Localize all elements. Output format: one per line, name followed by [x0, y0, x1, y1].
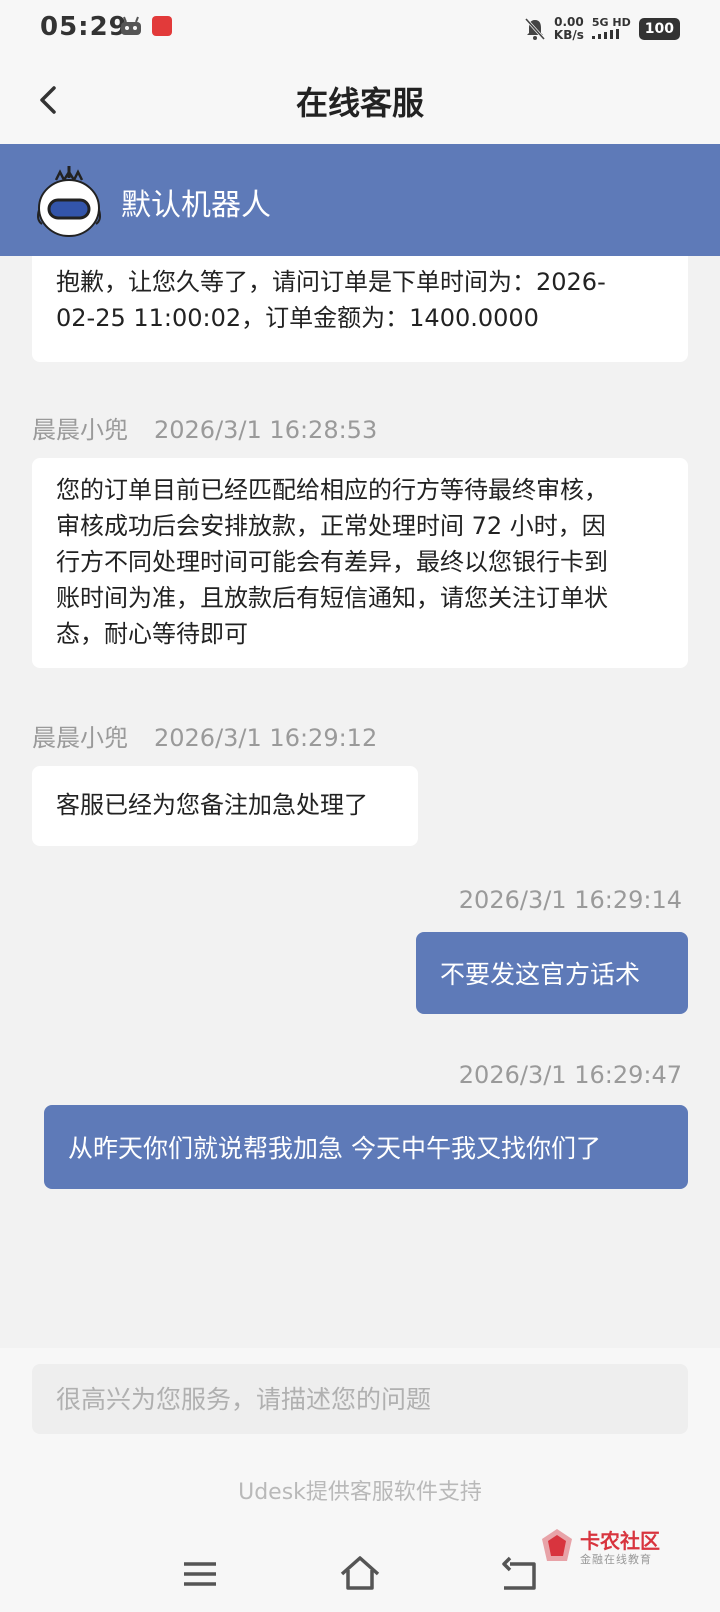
system-nav-bar: [0, 1540, 720, 1612]
message-time: 2026/3/1 16:29:12: [154, 724, 378, 752]
message-line: 客服已经为您备注加急处理了: [56, 791, 368, 819]
status-time: 05:29: [40, 12, 128, 42]
message-line: 从昨天你们就说帮我加急 今天中午我又找你们了: [68, 1134, 601, 1163]
sender-name: 晨晨小兜: [32, 416, 128, 444]
status-right: 0.00 KB/s 5G HD 100: [524, 14, 680, 44]
message-time-outgoing: 2026/3/1 16:29:14: [459, 886, 682, 914]
status-bar: 05:29 0.00 KB/s 5G HD 100: [0, 0, 720, 56]
robot-avatar-icon: [37, 166, 101, 237]
message-line: 您的订单目前已经匹配给相应的行方等待最终审核，: [56, 476, 608, 504]
agent-bar: 默认机器人: [0, 144, 720, 256]
signal-label: 5G HD: [591, 15, 631, 29]
message-time: 2026/3/1 16:29:47: [458, 1061, 682, 1089]
message-line: 账时间为准，且放款后有短信通知，请您关注订单状: [56, 584, 608, 612]
message-bubble-outgoing: 从昨天你们就说帮我加急 今天中午我又找你们了: [44, 1105, 688, 1189]
net-speed: 0.00 KB/s: [554, 16, 584, 42]
return-icon[interactable]: [496, 1552, 544, 1596]
battery-indicator: 100: [638, 18, 680, 40]
app-badge-icon: [152, 16, 172, 36]
signal-indicator: 5G HD: [591, 15, 631, 42]
message-line: 审核成功后会安排放款，正常处理时间 72 小时，因: [56, 512, 606, 540]
message-line: 态，耐心等待即可: [56, 620, 248, 648]
signal-bars-icon: [591, 28, 619, 39]
message-input[interactable]: [32, 1364, 688, 1434]
message-line: 抱歉，让您久等了，请问订单是下单时间为：2026-: [56, 268, 606, 296]
page-title: 在线客服: [295, 84, 424, 122]
chat-messages[interactable]: 抱歉，让您久等了，请问订单是下单时间为：2026- 02-25 11:00:02…: [0, 256, 720, 1348]
app-notification-icon: [121, 16, 141, 35]
sender-name: 晨晨小兜: [32, 724, 128, 752]
powered-by-text: Udesk提供客服软件支持: [238, 1480, 482, 1505]
message-bubble-outgoing: 不要发这官方话术: [416, 932, 688, 1014]
message-time: 2026/3/1 16:28:53: [154, 416, 378, 444]
message-line: 02-25 11:00:02，订单金额为：1400.0000: [56, 304, 539, 332]
message-line: 不要发这官方话术: [440, 960, 641, 989]
message-time: 2026/3/1 16:29:14: [458, 886, 682, 914]
message-bubble-incoming: 客服已经为您备注加急处理了: [32, 766, 418, 846]
message-line: 行方不同处理时间可能会有差异，最终以您银行卡到: [56, 548, 608, 576]
mute-bell-icon: [524, 17, 546, 41]
message-meta: 晨晨小兜 2026/3/1 16:28:53: [32, 410, 377, 445]
net-speed-unit: KB/s: [553, 28, 584, 42]
message-bubble-incoming: 抱歉，让您久等了，请问订单是下单时间为：2026- 02-25 11:00:02…: [32, 256, 688, 362]
home-icon[interactable]: [336, 1552, 384, 1596]
message-bubble-incoming: 您的订单目前已经匹配给相应的行方等待最终审核， 审核成功后会安排放款，正常处理时…: [32, 458, 688, 668]
menu-icon[interactable]: [176, 1552, 224, 1596]
agent-name: 默认机器人: [121, 188, 271, 223]
title-bar: 在线客服: [0, 56, 720, 144]
message-meta: 晨晨小兜 2026/3/1 16:29:12: [32, 718, 377, 753]
message-time-outgoing: 2026/3/1 16:29:47: [459, 1061, 682, 1089]
